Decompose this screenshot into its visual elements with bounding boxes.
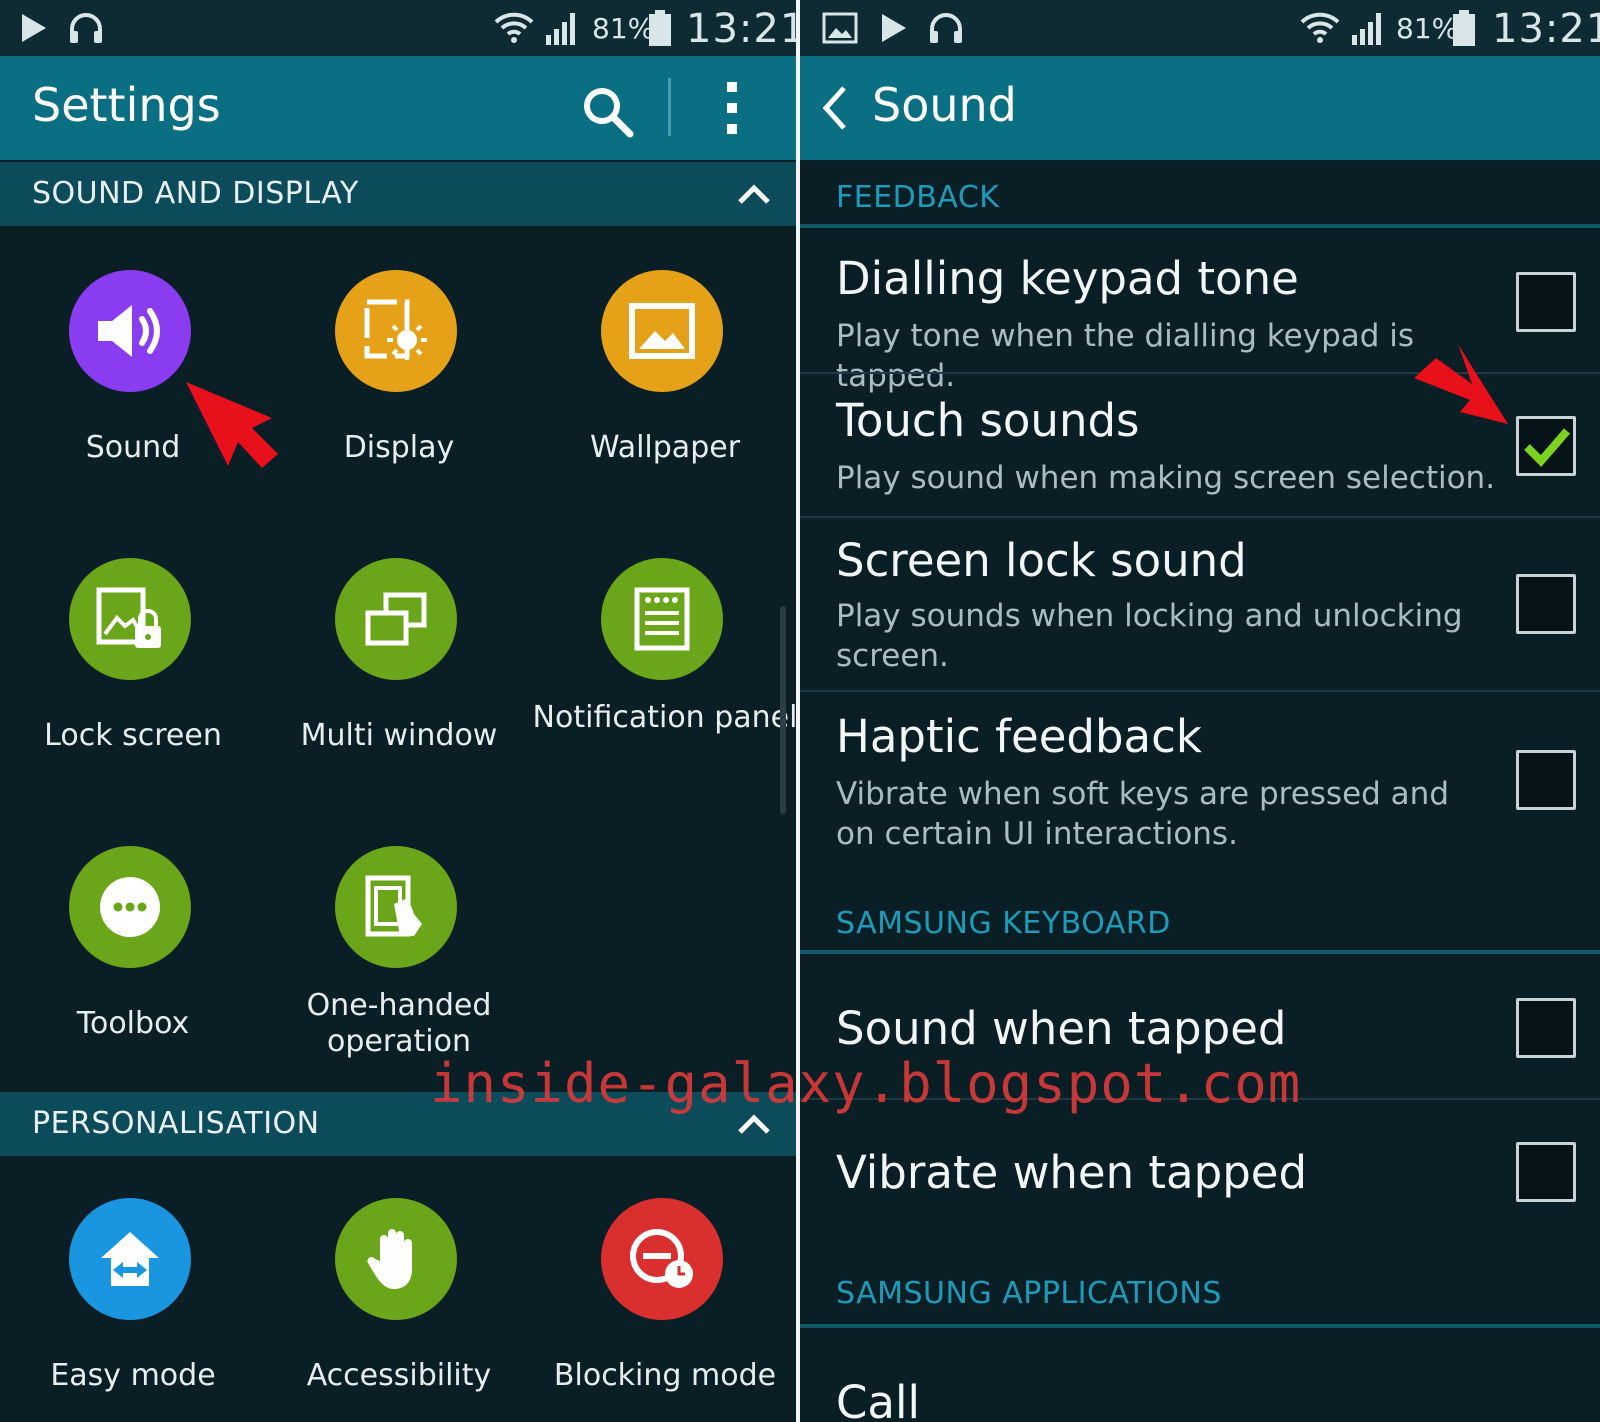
section-header-sound-display[interactable]: SOUND AND DISPLAY [0,162,796,226]
section-title: SAMSUNG APPLICATIONS [836,1276,1222,1311]
page-title: Sound [872,78,1017,132]
checkbox-haptic-feedback[interactable] [1516,750,1576,810]
tile-label: Wallpaper [589,430,741,465]
section-title: PERSONALISATION [32,1106,320,1141]
watermark-text: inside-galaxy.blogspot.com [430,1052,1302,1115]
tile-easy-mode[interactable]: Easy mode [0,1198,266,1422]
tile-accessibility[interactable]: Accessibility [266,1198,532,1422]
wifi-icon [494,10,534,46]
row-title: Vibrate when tapped [836,1146,1308,1199]
row-title: Sound when tapped [836,1002,1287,1055]
blocking-mode-icon [601,1198,723,1320]
section-underline [800,950,1600,954]
overflow-menu-icon[interactable] [724,80,740,140]
tile-label: Lock screen [44,718,222,753]
battery-percent: 81% [592,12,655,45]
red-arrow-annotation [186,382,278,468]
row-description: Play sounds when locking and unlocking s… [836,598,1463,674]
section-title: SAMSUNG KEYBOARD [836,906,1171,941]
battery-percent: 81% [1396,12,1459,45]
headphones-icon [68,10,104,46]
checkbox-touch-sounds[interactable] [1516,416,1576,476]
multi-window-icon [335,558,457,680]
toolbox-dots-icon [69,846,191,968]
tile-label: Accessibility [306,1358,492,1393]
row-title: Call [836,1376,921,1422]
toolbar-divider [668,78,671,136]
checkbox-screen-lock-sound[interactable] [1516,574,1576,634]
tile-notification-panel[interactable]: Notification panel [532,558,796,848]
wifi-icon [1300,10,1340,46]
section-title: FEEDBACK [836,180,1000,215]
status-bar: 81% 13:21 [0,0,796,56]
row-description: Play sound when making screen selection. [836,460,1496,496]
row-title: Touch sounds [836,394,1140,447]
easy-mode-home-icon [69,1198,191,1320]
battery-icon [1452,10,1476,46]
notification-panel-icon [601,558,723,680]
tile-label: Notification panel [532,700,796,735]
tile-label: Blocking mode [553,1358,777,1393]
section-title: SOUND AND DISPLAY [32,176,359,211]
chevron-up-icon[interactable] [736,178,772,208]
section-feedback: FEEDBACK [800,160,1600,230]
tile-wallpaper[interactable]: Wallpaper [532,270,796,560]
section-samsung-keyboard: SAMSUNG KEYBOARD [800,876,1600,956]
clock: 13:21 [1492,6,1600,52]
setting-row-call[interactable]: Call [800,1330,1600,1422]
setting-row-vibrate-when-tapped[interactable]: Vibrate when tapped [800,1100,1600,1240]
checkbox-dialling-keypad-tone[interactable] [1516,272,1576,332]
row-title: Dialling keypad tone [836,252,1299,305]
setting-row-haptic-feedback[interactable]: Haptic feedback Vibrate when soft keys a… [800,692,1600,872]
signal-icon [544,10,580,46]
back-chevron-icon[interactable] [820,84,850,136]
play-icon [878,10,910,46]
status-bar: 81% 13:21 [800,0,1600,56]
section-underline [800,224,1600,228]
signal-icon [1350,10,1386,46]
tile-lock-screen[interactable]: Lock screen [0,558,266,848]
check-mark-icon [1524,428,1571,467]
tile-label: One-handed operation [306,988,492,1059]
play-icon [18,10,50,46]
section-samsung-applications: SAMSUNG APPLICATIONS [800,1244,1600,1330]
page-title: Settings [32,78,221,132]
picture-icon [601,270,723,392]
section-underline [800,1324,1600,1328]
tile-label: Multi window [300,718,498,753]
speaker-icon [69,270,191,392]
battery-icon [648,10,672,46]
sound-app-bar: Sound [800,56,1600,160]
lock-screen-icon [69,558,191,680]
setting-row-screen-lock-sound[interactable]: Screen lock sound Play sounds when locki… [800,518,1600,692]
one-handed-icon [335,846,457,968]
headphones-icon [928,10,964,46]
tile-multi-window[interactable]: Multi window [266,558,532,848]
scroll-indicator [780,606,786,814]
red-arrow-annotation [1414,344,1508,424]
settings-app-bar: Settings [0,56,796,160]
search-icon[interactable] [580,84,634,142]
checkbox-sound-when-tapped[interactable] [1516,998,1576,1058]
row-title: Haptic feedback [836,710,1202,763]
display-brightness-icon [335,270,457,392]
checkbox-vibrate-when-tapped[interactable] [1516,1142,1576,1202]
row-title: Screen lock sound [836,534,1247,587]
tile-label: Toolbox [76,1006,190,1041]
row-description: Vibrate when soft keys are pressed and o… [836,776,1450,852]
tile-display[interactable]: Display [266,270,532,560]
tile-blocking-mode[interactable]: Blocking mode [532,1198,796,1422]
gallery-icon [822,10,858,46]
settings-screen: 81% 13:21 Settings SOUND AND DISPLAY Sou… [0,0,796,1422]
clock: 13:21 [686,6,796,52]
tile-label: Display [343,430,455,465]
sound-screen: 81% 13:21 Sound FEEDBACK Dialling keypad… [800,0,1600,1422]
tile-label: Easy mode [50,1358,216,1393]
hand-icon [335,1198,457,1320]
